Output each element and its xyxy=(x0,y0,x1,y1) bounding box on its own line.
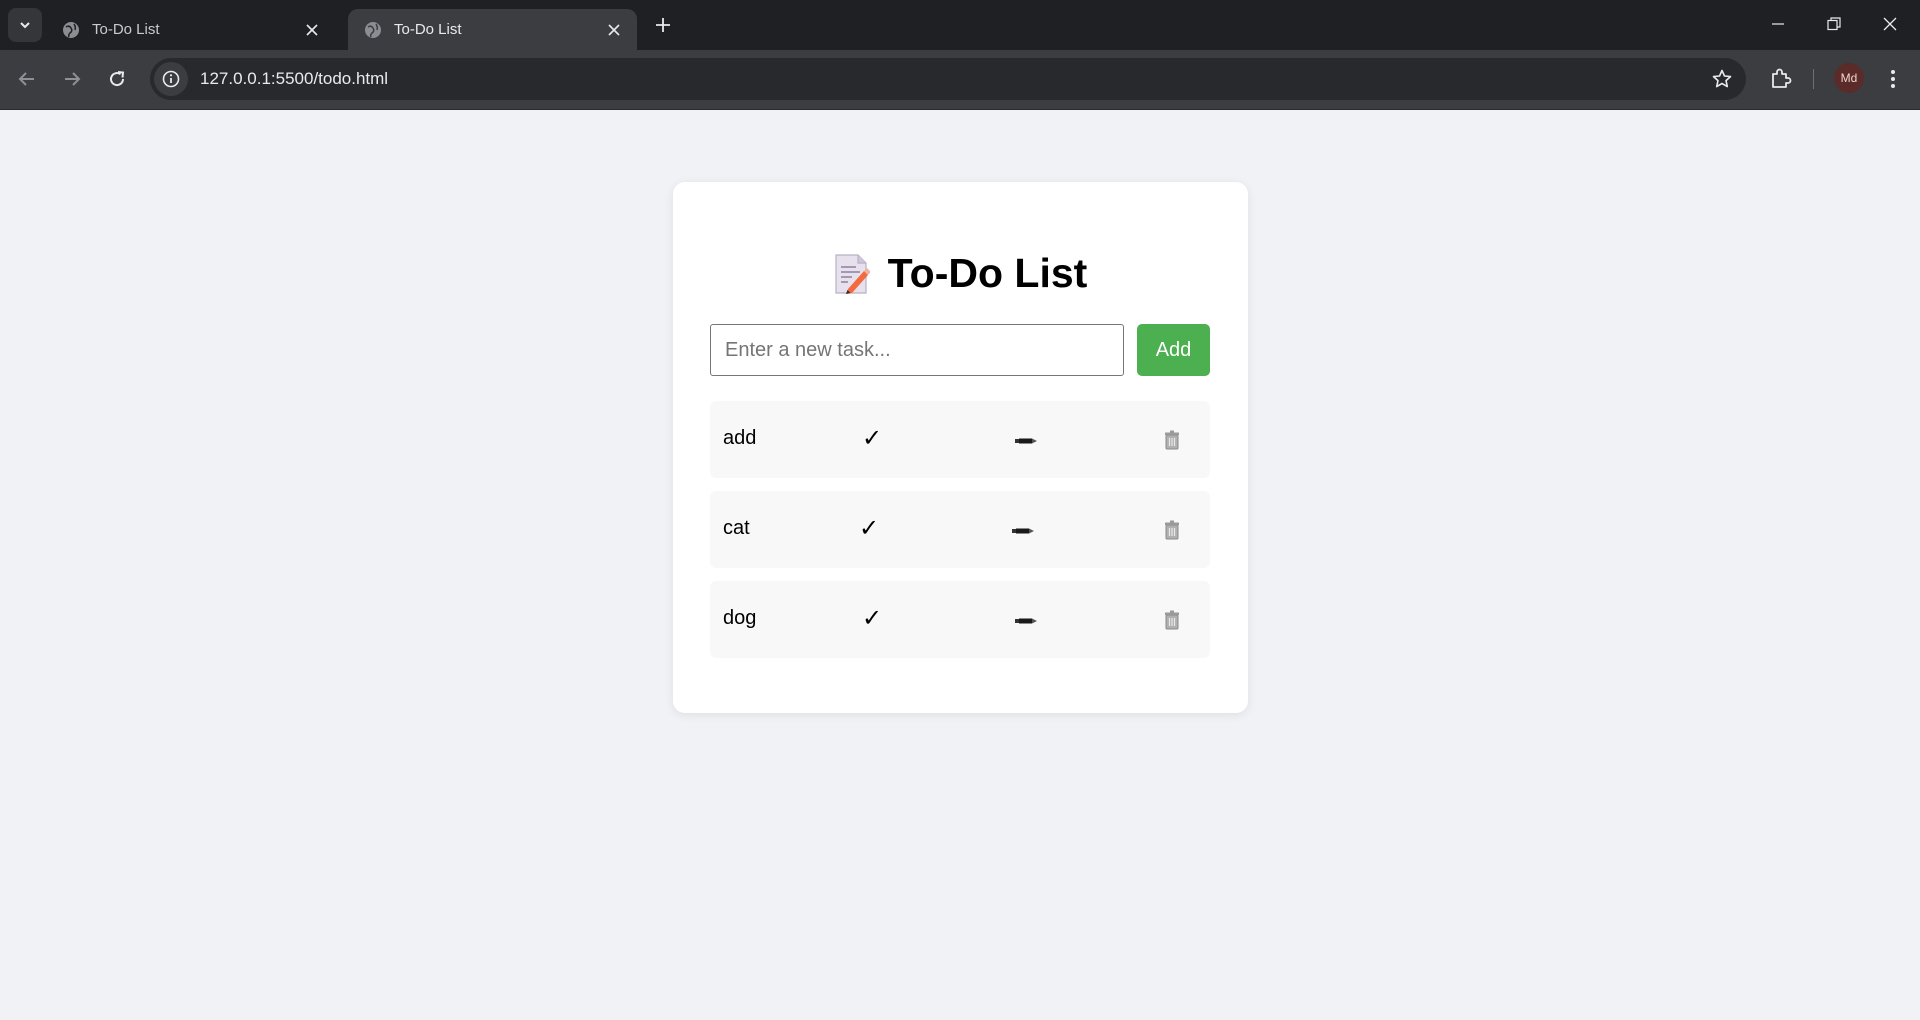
arrow-right-icon xyxy=(65,72,81,86)
title-text: To-Do List xyxy=(887,250,1088,296)
close-tab-icon[interactable] xyxy=(303,21,321,39)
forward-button[interactable] xyxy=(55,62,89,96)
todo-card: To-Do List Add add ✓ cat ✓ dog ✓ xyxy=(673,182,1248,713)
delete-trash-icon[interactable] xyxy=(1164,430,1180,450)
chevron-down-icon xyxy=(20,22,30,29)
task-text: cat xyxy=(723,517,750,539)
site-info-icon[interactable] xyxy=(154,62,188,96)
browser-menu-button[interactable] xyxy=(1881,66,1905,92)
task-item: cat ✓ xyxy=(710,491,1210,568)
browser-tab-2[interactable]: To-Do List xyxy=(348,9,637,50)
tab-title: To-Do List xyxy=(394,21,462,38)
delete-trash-icon[interactable] xyxy=(1164,520,1180,540)
complete-check-icon[interactable]: ✓ xyxy=(862,604,882,632)
task-list: add ✓ cat ✓ dog ✓ xyxy=(710,401,1210,671)
edit-pencil-icon[interactable] xyxy=(1012,527,1034,535)
close-tab-icon[interactable] xyxy=(605,21,623,39)
profile-initials: Md xyxy=(1840,71,1858,85)
plus-icon xyxy=(656,18,670,32)
task-input[interactable] xyxy=(710,324,1124,376)
edit-pencil-icon[interactable] xyxy=(1015,617,1037,625)
globe-icon xyxy=(63,21,79,38)
complete-check-icon[interactable]: ✓ xyxy=(862,424,882,452)
more-vert-icon xyxy=(1891,70,1895,88)
arrow-left-icon xyxy=(18,72,34,86)
toolbar-divider xyxy=(1813,69,1814,89)
close-icon xyxy=(1883,17,1897,31)
task-text: dog xyxy=(723,607,757,629)
globe-icon xyxy=(365,21,381,38)
browser-tab-bar: To-Do List To-Do List xyxy=(0,0,1920,50)
task-item: add ✓ xyxy=(710,401,1210,478)
page-title: To-Do List xyxy=(673,250,1248,297)
tab-search-button[interactable] xyxy=(8,8,42,42)
task-text: add xyxy=(723,427,757,449)
new-tab-button[interactable] xyxy=(650,12,676,38)
profile-avatar[interactable]: Md xyxy=(1834,63,1864,93)
bookmark-star-icon[interactable] xyxy=(1712,69,1732,89)
reload-icon xyxy=(110,71,125,87)
browser-tab-1[interactable]: To-Do List xyxy=(46,9,335,50)
edit-pencil-icon[interactable] xyxy=(1015,437,1037,445)
close-window-button[interactable] xyxy=(1862,0,1918,48)
task-item: dog ✓ xyxy=(710,581,1210,658)
url-text: 127.0.0.1:5500/todo.html xyxy=(200,69,389,88)
back-button[interactable] xyxy=(10,62,44,96)
complete-check-icon[interactable]: ✓ xyxy=(859,514,879,542)
tab-title: To-Do List xyxy=(92,21,160,38)
reload-button[interactable] xyxy=(100,62,134,96)
restore-icon xyxy=(1827,17,1841,31)
memo-icon xyxy=(835,253,870,294)
delete-trash-icon[interactable] xyxy=(1164,610,1180,630)
browser-toolbar: 127.0.0.1:5500/todo.html Md xyxy=(0,50,1920,110)
address-bar[interactable]: 127.0.0.1:5500/todo.html xyxy=(150,58,1746,100)
restore-button[interactable] xyxy=(1806,0,1862,48)
minimize-icon xyxy=(1772,23,1784,25)
extensions-puzzle-icon[interactable] xyxy=(1768,65,1794,91)
add-task-button[interactable]: Add xyxy=(1137,324,1210,376)
minimize-button[interactable] xyxy=(1750,0,1806,48)
